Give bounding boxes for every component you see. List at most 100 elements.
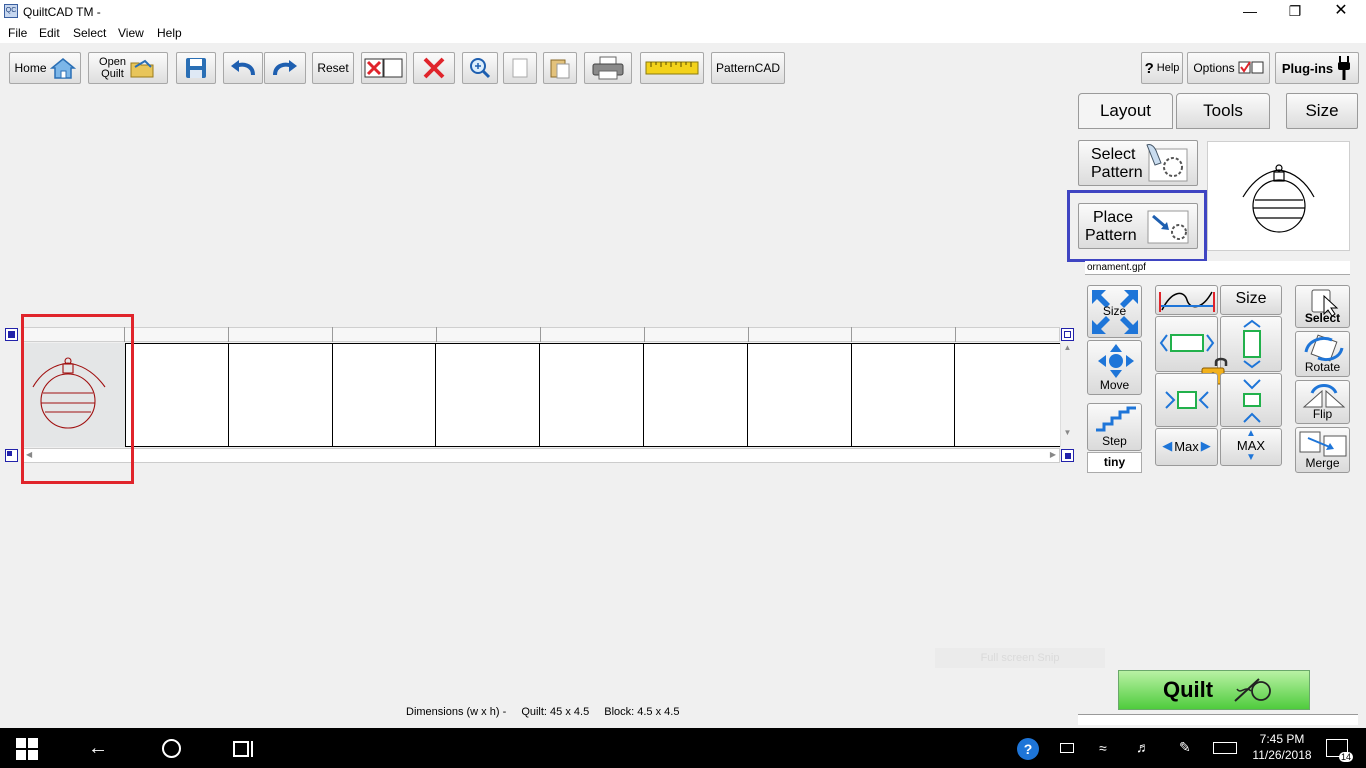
menu-help[interactable]: Help (157, 26, 182, 40)
save-button[interactable] (176, 52, 216, 84)
undo-button[interactable] (223, 52, 263, 84)
top-right-corner-icon[interactable] (1061, 328, 1074, 341)
floppy-disk-icon (186, 58, 206, 78)
shrink-horizontal-icon (1165, 391, 1209, 409)
close-button[interactable]: ✕ (1318, 0, 1364, 23)
place-pattern-highlight (1067, 190, 1207, 262)
quilt-block-9[interactable] (851, 343, 955, 447)
step-size-field[interactable]: tiny (1087, 452, 1142, 473)
top-left-corner-icon[interactable] (5, 328, 18, 341)
title-bar (0, 0, 1366, 23)
menu-edit[interactable]: Edit (39, 26, 60, 40)
scroll-down-icon[interactable]: ▼ (1061, 428, 1074, 437)
open-quilt-label: Open Quilt (99, 56, 126, 80)
notification-icon[interactable]: 14 (1326, 739, 1353, 762)
menu-view[interactable]: View (118, 26, 144, 40)
move-tool-button[interactable]: Move (1087, 340, 1142, 395)
task-view-icon[interactable] (232, 739, 256, 762)
needle-thread-icon (1234, 678, 1272, 702)
battery-icon[interactable] (1060, 743, 1074, 753)
patterncad-button[interactable]: PatternCAD (711, 52, 785, 84)
open-line2: Quilt (101, 68, 124, 80)
cortana-circle-icon[interactable] (162, 739, 181, 758)
window-title: QuiltCAD TM - (23, 5, 101, 19)
tab-tools[interactable]: Tools (1176, 93, 1270, 129)
tab-layout[interactable]: Layout (1078, 93, 1173, 129)
size-tool-button[interactable]: Size (1087, 285, 1142, 338)
reset-button[interactable]: Reset (312, 52, 354, 84)
delete-button[interactable] (413, 52, 455, 84)
windows-start-button[interactable] (16, 738, 38, 763)
width-curve-button[interactable] (1155, 285, 1218, 315)
rotate-icon (1304, 334, 1344, 362)
tab-size[interactable]: Size (1286, 93, 1358, 129)
quilt-block-3[interactable] (229, 343, 333, 447)
minimize-button[interactable]: — (1227, 0, 1273, 23)
notification-count: 14 (1338, 752, 1353, 762)
clear-box-icon (364, 58, 403, 78)
quilt-block-10[interactable] (955, 343, 1060, 447)
open-quilt-button[interactable]: Open Quilt (88, 52, 168, 84)
quilt-block-8[interactable] (748, 343, 852, 447)
max-width-button[interactable]: ◀ Max ▶ (1155, 428, 1218, 466)
wifi-icon[interactable]: ≈ (1099, 740, 1107, 756)
select-tool-button[interactable]: Select (1295, 285, 1350, 328)
pattern-preview (1207, 141, 1350, 251)
ruler-tick (436, 327, 437, 342)
help-tray-icon[interactable]: ? (1017, 738, 1039, 760)
options-button[interactable]: Options (1187, 52, 1270, 84)
scroll-right-icon[interactable]: ▶ (1050, 450, 1056, 459)
paste-icon (550, 59, 570, 79)
ruler-tick (955, 327, 956, 342)
size-top-button[interactable]: Size (1220, 285, 1282, 315)
quilt-block-4[interactable] (332, 343, 436, 447)
max-height-button[interactable]: ▲ MAX ▼ (1220, 428, 1282, 466)
zoom-button[interactable] (462, 52, 498, 84)
menu-file[interactable]: File (8, 26, 27, 40)
ruler-button[interactable] (640, 52, 704, 84)
menu-select[interactable]: Select (73, 26, 106, 40)
bottom-left-corner-icon[interactable] (5, 449, 18, 462)
clock-date: 11/26/2018 (1252, 748, 1312, 762)
status-bar: Dimensions (w x h) - Quilt: 45 x 4.5 Blo… (406, 706, 691, 718)
arrow-right-icon: ▶ (1200, 438, 1211, 453)
back-arrow-icon[interactable]: ← (88, 737, 108, 760)
flip-tool-button[interactable]: Flip (1295, 380, 1350, 424)
help-button[interactable]: ? Help (1141, 52, 1183, 84)
bottom-right-corner-icon[interactable] (1061, 449, 1074, 462)
max-width-label: Max (1174, 438, 1199, 454)
quilt-block-6[interactable] (540, 343, 644, 447)
paste-button[interactable] (543, 52, 577, 84)
taskbar-clock[interactable]: 7:45 PM 11/26/2018 (1252, 731, 1312, 763)
ruler-tick (851, 327, 852, 342)
quilt-block-2[interactable] (125, 343, 229, 447)
vertical-scrollbar[interactable]: ▲ ▼ (1060, 343, 1074, 447)
rotate-tool-button[interactable]: Rotate (1295, 331, 1350, 377)
volume-icon[interactable]: ♬ (1136, 739, 1150, 755)
undo-icon (231, 60, 255, 76)
task-view-glyph-icon (233, 741, 253, 757)
rotate-tool-label: Rotate (1304, 360, 1341, 374)
keyboard-icon[interactable] (1213, 742, 1237, 754)
scroll-up-icon[interactable]: ▲ (1061, 343, 1074, 352)
select-pattern-button[interactable]: Select Pattern (1078, 140, 1198, 186)
ruler-tick (748, 327, 749, 342)
step-tool-button[interactable]: Step (1087, 403, 1142, 451)
shrink-vertical-button[interactable] (1220, 373, 1282, 427)
copy-button[interactable] (503, 52, 537, 84)
clear-selection-button[interactable] (361, 52, 407, 84)
home-button[interactable]: Home (9, 52, 81, 84)
shrink-horizontal-button[interactable] (1155, 373, 1218, 427)
plugins-button[interactable]: Plug-ins (1275, 52, 1359, 84)
print-button[interactable] (584, 52, 632, 84)
maximize-button[interactable]: ❐ (1272, 0, 1318, 23)
quilt-block-7[interactable] (644, 343, 748, 447)
ruler-tick (228, 327, 229, 342)
horizontal-scrollbar[interactable]: ◀ ▶ (22, 448, 1060, 463)
block-dimensions: Block: 4.5 x 4.5 (604, 706, 680, 718)
redo-button[interactable] (264, 52, 306, 84)
quilt-block-5[interactable] (436, 343, 540, 447)
merge-tool-button[interactable]: Merge (1295, 427, 1350, 473)
quilt-button[interactable]: Quilt (1118, 670, 1310, 710)
pen-icon[interactable]: ✎ (1179, 739, 1191, 756)
